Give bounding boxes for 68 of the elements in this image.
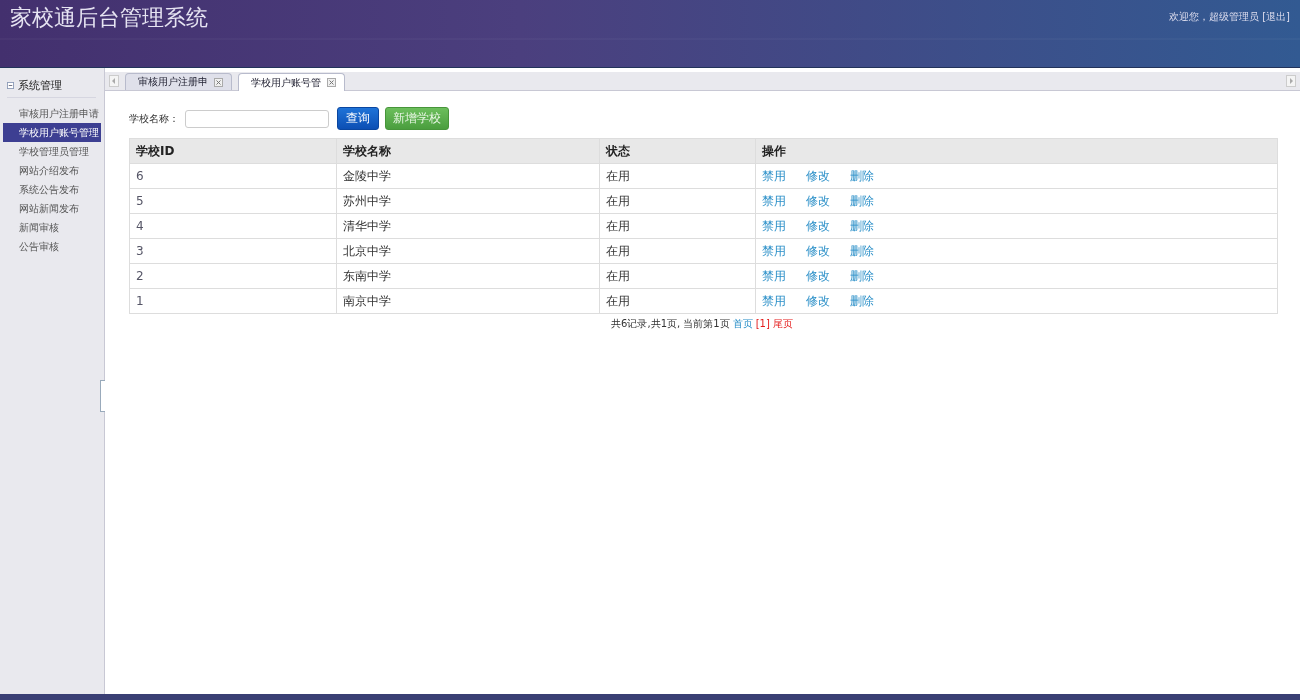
column-header: 学校名称 (336, 138, 600, 164)
table-cell: 在用 (599, 188, 756, 214)
collapse-handle[interactable] (100, 380, 105, 412)
action-link[interactable]: 禁用 (762, 293, 786, 308)
section-header[interactable]: 系统管理 (7, 78, 96, 98)
close-icon[interactable] (214, 77, 223, 87)
table-cell: 在用 (599, 263, 756, 289)
sidebar-item[interactable]: 新闻审核 (3, 218, 101, 237)
table-cell: 在用 (599, 238, 756, 264)
sidebar-item[interactable]: 公告审核 (3, 237, 101, 256)
tab[interactable]: 学校用户账号管 (238, 73, 345, 91)
app-title: 家校通后台管理系统 (9, 4, 208, 32)
column-header: 学校ID (129, 138, 337, 164)
scroll-left-icon[interactable] (109, 75, 119, 87)
table-cell: 4 (129, 213, 337, 239)
sidebar-item[interactable]: 系统公告发布 (3, 180, 101, 199)
last-page-link[interactable]: 尾页 (772, 318, 793, 329)
action-link[interactable]: 删除 (850, 168, 874, 183)
action-link[interactable]: 删除 (850, 243, 874, 258)
sidebar-item[interactable]: 学校管理员管理 (3, 142, 101, 161)
pagination-summary: 共6记录,共1页, 当前第1页 (611, 318, 730, 329)
sidebar-item[interactable]: 网站新闻发布 (3, 199, 101, 218)
action-link[interactable]: 禁用 (762, 268, 786, 283)
sidebar-item[interactable]: 网站介绍发布 (3, 161, 101, 180)
action-link[interactable]: 禁用 (762, 243, 786, 258)
action-link[interactable]: 修改 (806, 218, 830, 233)
sidebar-item[interactable]: 审核用户注册申请 (3, 104, 101, 123)
section-title: 系统管理 (18, 78, 62, 93)
sidebar-item[interactable]: 学校用户账号管理 (3, 123, 101, 142)
field-label: 学校名称： (129, 111, 179, 126)
table-cell: 金陵中学 (336, 163, 600, 189)
action-link[interactable]: 删除 (850, 218, 874, 233)
scroll-right-icon[interactable] (1286, 75, 1296, 87)
table-cell: 在用 (599, 163, 756, 189)
action-link[interactable]: 删除 (850, 268, 874, 283)
table-cell: 1 (129, 288, 337, 314)
table-cell: 北京中学 (336, 238, 600, 264)
welcome-text: 欢迎您，超级管理员 (1169, 10, 1260, 24)
table-cell: 3 (129, 238, 337, 264)
column-header: 状态 (599, 138, 756, 164)
table-cell: 在用 (599, 213, 756, 239)
action-link[interactable]: 删除 (850, 293, 874, 308)
table-cell: 2 (129, 263, 337, 289)
action-link[interactable]: 修改 (806, 293, 830, 308)
action-link[interactable]: 禁用 (762, 218, 786, 233)
current-page: [1] (755, 318, 770, 329)
logout-link[interactable]: [退出] (1262, 10, 1290, 24)
column-header: 操作 (755, 138, 1278, 164)
action-link[interactable]: 修改 (806, 193, 830, 208)
action-link[interactable]: 修改 (806, 168, 830, 183)
first-page-link[interactable]: 首页 (732, 318, 753, 329)
table-cell: 6 (129, 163, 337, 189)
table-cell: 东南中学 (336, 263, 600, 289)
school-name-field[interactable] (185, 109, 329, 128)
table-cell: 5 (129, 188, 337, 214)
table-cell: 苏州中学 (336, 188, 600, 214)
table-cell: 在用 (599, 288, 756, 314)
table-cell: 清华中学 (336, 213, 600, 239)
action-link[interactable]: 修改 (806, 243, 830, 258)
search-button[interactable]: 查询 (337, 107, 379, 130)
close-icon[interactable] (327, 78, 336, 87)
action-link[interactable]: 禁用 (762, 168, 786, 183)
action-link[interactable]: 修改 (806, 268, 830, 283)
tab[interactable]: 审核用户注册申 (125, 73, 232, 90)
add-school-button[interactable]: 新增学校 (385, 107, 449, 130)
table-cell: 南京中学 (336, 288, 600, 314)
action-link[interactable]: 删除 (850, 193, 874, 208)
action-link[interactable]: 禁用 (762, 193, 786, 208)
